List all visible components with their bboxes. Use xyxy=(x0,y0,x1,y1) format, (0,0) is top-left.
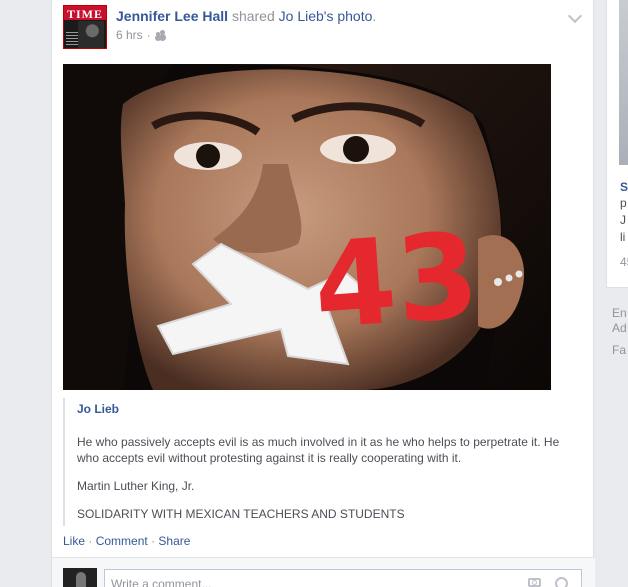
post-header: TIME Jennifer Lee Hall shared Jo Lieb's … xyxy=(63,5,583,49)
action-text: shared xyxy=(231,8,275,24)
suggested-line: J xyxy=(620,213,626,227)
photo-illustration: 43 xyxy=(63,64,551,390)
quote-text: He who passively accepts evil is as much… xyxy=(77,435,560,465)
avatar-figure xyxy=(78,21,104,48)
avatar-logo-text: TIME xyxy=(67,7,104,21)
comment-input[interactable] xyxy=(104,569,582,587)
camera-icon[interactable] xyxy=(528,578,541,587)
quote-attribution: Martin Luther King, Jr. xyxy=(77,479,195,493)
avatar-cover-lines xyxy=(66,32,78,46)
suggested-line: li xyxy=(620,230,626,244)
share-button[interactable]: Share xyxy=(158,534,190,548)
post-meta: Jennifer Lee Hall shared Jo Lieb's photo… xyxy=(116,8,376,42)
photo-face-paint-text: 43 xyxy=(310,206,483,355)
viewer-avatar xyxy=(63,568,97,587)
post-subtitle-line: 6 hrs · xyxy=(116,28,376,42)
right-column: S p J li 45 En Ad Fa xyxy=(606,0,628,587)
emoji-icon[interactable] xyxy=(555,577,568,587)
suggested-count: 45 xyxy=(620,255,628,269)
comment-button[interactable]: Comment xyxy=(96,534,148,548)
separator-dot: · xyxy=(146,28,151,42)
shared-photo-link[interactable]: Jo Lieb's photo xyxy=(279,8,373,24)
footer-link[interactable]: Ad xyxy=(612,321,627,335)
friends-icon[interactable] xyxy=(155,30,167,40)
shared-quote: Jo Lieb He who passively accepts evil is… xyxy=(63,398,581,526)
action-separator: · xyxy=(151,534,156,548)
footer-link[interactable]: En xyxy=(612,306,627,320)
earring-2 xyxy=(494,278,502,286)
quote-extra-text: SOLIDARITY WITH MEXICAN TEACHERS AND STU… xyxy=(77,507,405,521)
title-punct: . xyxy=(372,8,377,24)
action-separator: · xyxy=(88,534,93,548)
like-button[interactable]: Like xyxy=(63,534,85,548)
footer-link[interactable]: Fa xyxy=(612,343,626,357)
quote-author-link[interactable]: Jo Lieb xyxy=(77,402,581,416)
post-photo[interactable]: 43 xyxy=(63,64,551,390)
timestamp-link[interactable]: 6 hrs xyxy=(116,28,143,42)
suggested-line: p xyxy=(620,196,627,210)
post-title-line: Jennifer Lee Hall shared Jo Lieb's photo… xyxy=(116,8,376,24)
comment-composer xyxy=(52,557,595,587)
suggested-card[interactable]: S p J li 45 xyxy=(606,0,628,288)
earring-3 xyxy=(505,274,513,282)
news-feed-post: TIME Jennifer Lee Hall shared Jo Lieb's … xyxy=(51,0,595,587)
chevron-down-icon[interactable] xyxy=(567,8,583,24)
suggested-title[interactable]: S xyxy=(620,180,628,194)
suggested-thumbnail[interactable] xyxy=(619,0,628,165)
actor-name-link[interactable]: Jennifer Lee Hall xyxy=(116,8,228,24)
actor-avatar[interactable]: TIME xyxy=(63,5,107,49)
earring-4 xyxy=(515,270,523,278)
post-actions: Like · Comment · Share xyxy=(63,534,190,548)
